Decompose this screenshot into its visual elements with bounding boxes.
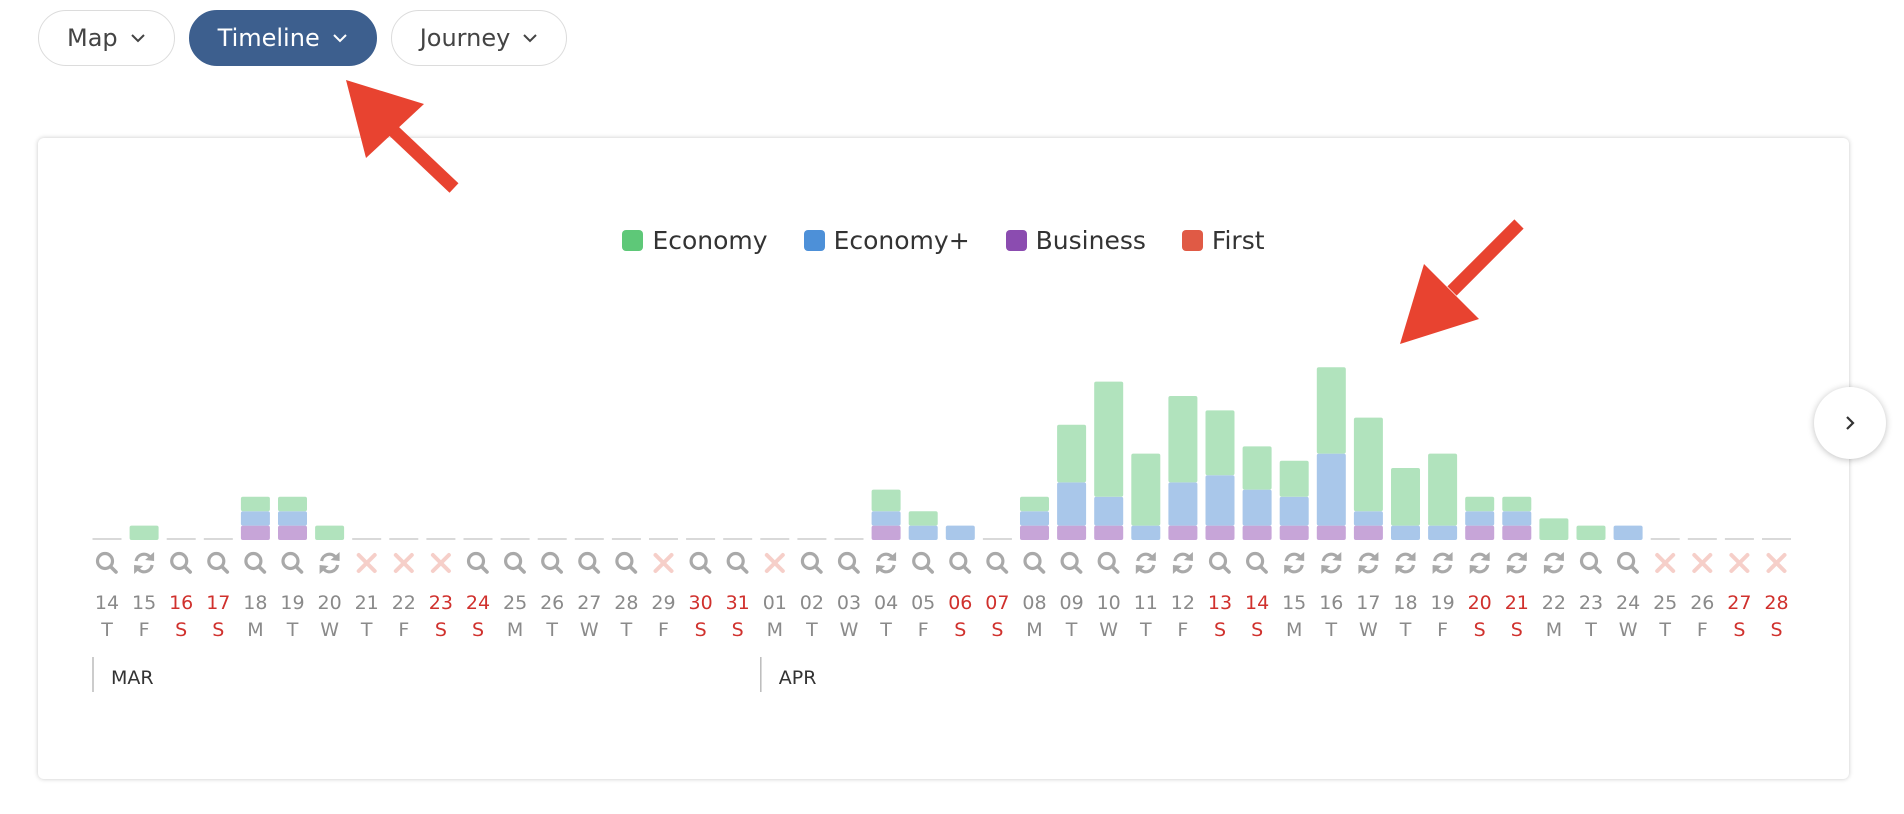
next-page-button[interactable] (1814, 387, 1886, 459)
chart-legend: Economy Economy+ Business First (38, 226, 1849, 255)
timeline-tab-label: Timeline (217, 24, 320, 52)
legend-item-business[interactable]: Business (1005, 226, 1146, 255)
legend-swatch (622, 230, 644, 251)
journey-tab-label: Journey (419, 24, 511, 52)
journey-tab-button[interactable]: Journey (390, 10, 568, 66)
legend-label: Business (1035, 226, 1146, 255)
legend-swatch (1005, 230, 1027, 251)
legend-item-first[interactable]: First (1181, 226, 1265, 255)
chevron-down-icon (523, 34, 538, 43)
map-tab-button[interactable]: Map (38, 10, 175, 66)
view-tabs: Map Timeline Journey (38, 10, 568, 66)
legend-swatch (1181, 230, 1203, 251)
chevron-right-icon (1846, 416, 1855, 430)
legend-item-economy[interactable]: Economy (622, 226, 768, 255)
legend-label: Economy (652, 226, 768, 255)
timeline-card: Economy Economy+ Business First (38, 138, 1849, 779)
legend-item-economy-plus[interactable]: Economy+ (803, 226, 970, 255)
chevron-down-icon (130, 34, 145, 43)
chevron-down-icon (332, 34, 347, 43)
legend-swatch (803, 230, 825, 251)
timeline-tab-button[interactable]: Timeline (188, 10, 377, 66)
legend-label: First (1211, 226, 1265, 255)
map-tab-label: Map (67, 24, 118, 52)
legend-label: Economy+ (833, 226, 970, 255)
